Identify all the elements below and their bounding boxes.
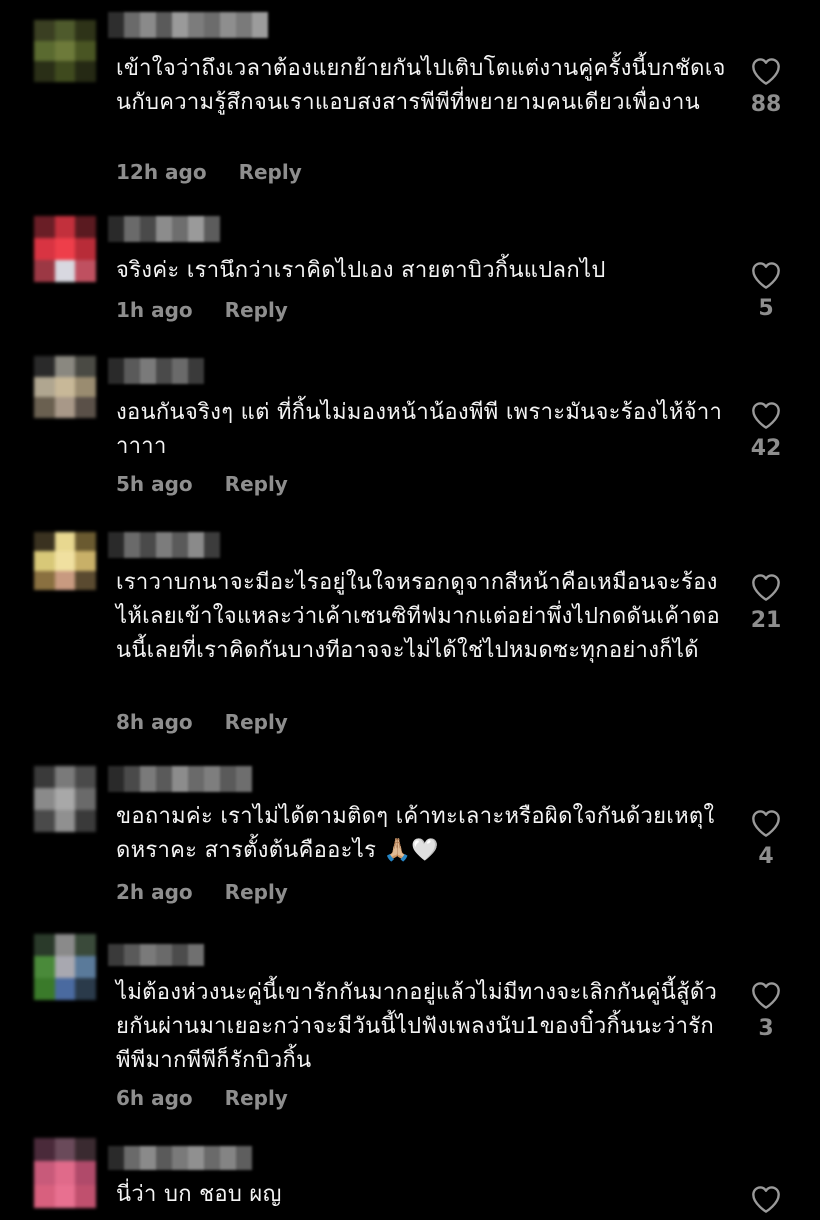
comment-text: ขอถามค่ะ เราไม่ได้ตามติดๆ เค้าทะเลาะหรือ… [116,804,715,863]
heart-outline-icon[interactable] [750,400,782,430]
username-blurred[interactable] [108,12,268,38]
username-blurred[interactable] [108,766,252,792]
like-button[interactable]: 4 [744,808,788,869]
heart-outline-icon[interactable] [750,260,782,290]
username-blurred[interactable] [108,532,220,558]
like-count: 3 [758,1016,774,1041]
timestamp: 2h ago [116,880,193,904]
reply-button[interactable]: Reply [225,1086,288,1110]
like-button[interactable] [744,1184,788,1218]
avatar[interactable] [34,356,96,418]
avatar[interactable] [34,934,96,1000]
avatar[interactable] [34,20,96,82]
reply-button[interactable]: Reply [225,880,288,904]
timestamp: 8h ago [116,710,193,734]
username-blurred[interactable] [108,1146,252,1170]
timestamp: 12h ago [116,160,207,184]
like-button[interactable]: 3 [744,980,788,1041]
username-blurred[interactable] [108,216,220,242]
comment-text: งอนกันจริงๆ แต่ ที่กิ้นไม่มองหน้าน้องพีพ… [116,400,723,459]
heart-outline-icon[interactable] [750,56,782,86]
avatar[interactable] [34,766,96,832]
avatar[interactable] [34,1138,96,1208]
comment-meta: 5h ago Reply [116,472,288,496]
comment-text: ไม่ต้องห่วงนะคู่นี้เขารักกันมากอยู่แล้วไ… [116,980,718,1073]
username-blurred[interactable] [108,944,204,966]
heart-outline-icon[interactable] [750,572,782,602]
username-blurred[interactable] [108,358,204,384]
timestamp: 6h ago [116,1086,193,1110]
avatar[interactable] [34,216,96,282]
like-count: 42 [750,436,782,461]
comment-meta: 2h ago Reply [116,880,288,904]
like-count: 21 [750,608,782,633]
avatar[interactable] [34,532,96,590]
timestamp: 5h ago [116,472,193,496]
comment-text: นี่ว่า บก ชอบ ผญ [116,1182,282,1207]
comment-meta: 6h ago Reply [116,1086,288,1110]
reply-button[interactable]: Reply [225,298,288,322]
comment-text: จริงค่ะ เรานึกว่าเราคิดไปเอง สายตาบิวกิ้… [116,258,606,283]
comment-meta: 12h ago Reply [116,160,302,184]
comment-feed: เข้าใจว่าถึงเวลาต้องแยกย้ายกันไปเติบโตแต… [0,0,820,1220]
like-button[interactable]: 5 [744,260,788,321]
like-button[interactable]: 42 [744,400,788,461]
comment-meta: 1h ago Reply [116,298,288,322]
like-button[interactable]: 88 [744,56,788,117]
reply-button[interactable]: Reply [225,472,288,496]
reply-button[interactable]: Reply [239,160,302,184]
timestamp: 1h ago [116,298,193,322]
comment-meta: 8h ago Reply [116,710,288,734]
comment-text: เข้าใจว่าถึงเวลาต้องแยกย้ายกันไปเติบโตแต… [116,56,726,115]
like-count: 88 [750,92,782,117]
reply-button[interactable]: Reply [225,710,288,734]
comment-text: เราวาบกนาจะมีอะไรอยู่ในใจหรอกดูจากสีหน้า… [116,570,720,663]
like-button[interactable]: 21 [744,572,788,633]
heart-outline-icon[interactable] [750,980,782,1010]
heart-outline-icon[interactable] [750,808,782,838]
like-count: 4 [758,844,774,869]
heart-outline-icon[interactable] [750,1184,782,1214]
like-count: 5 [758,296,774,321]
